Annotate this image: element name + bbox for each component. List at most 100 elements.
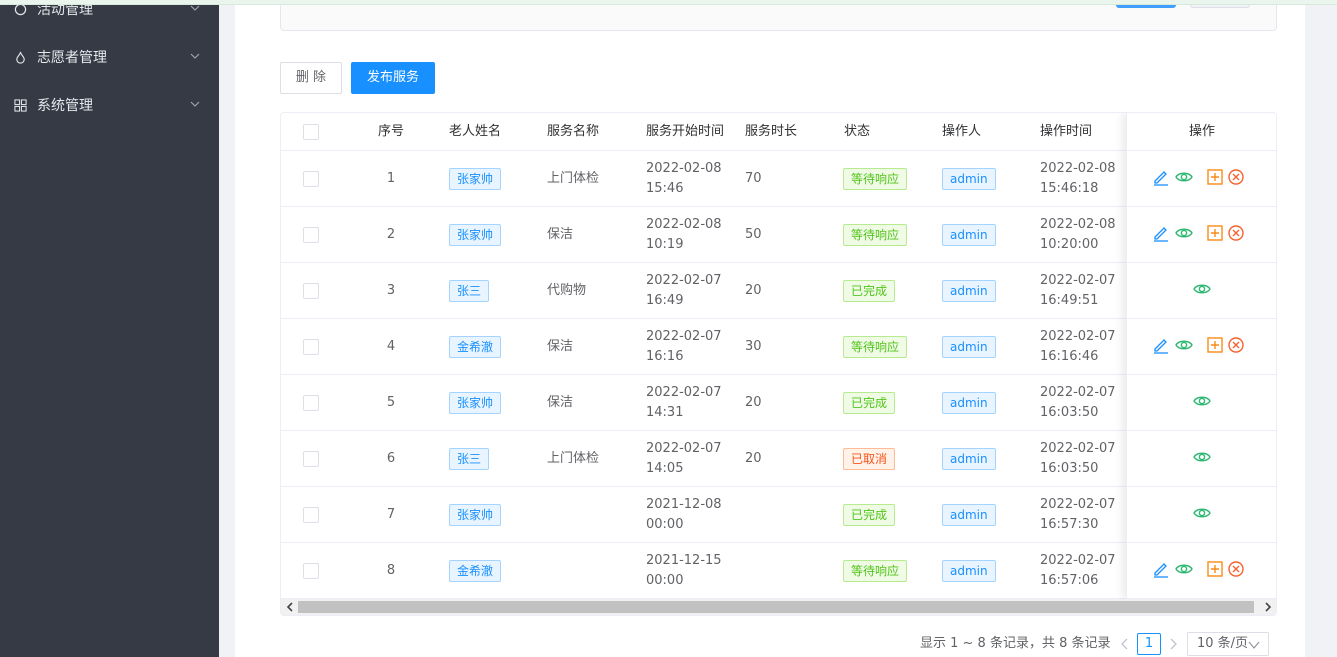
elder-name-tag: 张家帅 — [449, 504, 502, 526]
scroll-right-icon[interactable] — [1263, 602, 1273, 612]
chevron-down-icon — [190, 53, 200, 59]
row-checkbox[interactable] — [303, 451, 319, 467]
op-date: 2022-02-07 — [1040, 385, 1116, 400]
cancel-icon[interactable] — [1227, 224, 1245, 242]
service-table: 序号 老人姓名 服务名称 服务开始时间 服务时长 状态 操作人 操作时间 1 张家… — [280, 112, 1277, 616]
edit-icon[interactable] — [1152, 224, 1170, 242]
publish-service-button[interactable]: 发布服务 — [351, 62, 435, 94]
header-duration: 服务时长 — [745, 124, 798, 139]
start-time: 2021-12-15 00:00 — [646, 551, 722, 591]
view-icon[interactable] — [1175, 560, 1193, 578]
add-icon[interactable] — [1206, 168, 1224, 186]
start-date: 2022-02-07 — [646, 385, 722, 400]
header-elder-name: 老人姓名 — [449, 124, 502, 139]
op-clock: 15:46:18 — [1040, 181, 1099, 196]
row-checkbox[interactable] — [303, 283, 319, 299]
elder-name-tag: 金希澈 — [449, 336, 502, 358]
page-number-1[interactable]: 1 — [1137, 633, 1161, 655]
elder-name-tag: 张三 — [449, 448, 490, 470]
service-name: 上门体检 — [547, 171, 600, 186]
row-index: 1 — [386, 171, 396, 186]
pagination-total: 显示 1 ~ 8 条记录，共 8 条记录 — [920, 636, 1111, 651]
op-time: 2022-02-08 10:20:00 — [1040, 215, 1116, 255]
sidebar-item-volunteer[interactable]: 志愿者管理 — [0, 34, 219, 82]
sidebar-item-system[interactable]: 系统管理 — [0, 82, 219, 130]
row-index: 2 — [386, 227, 396, 242]
add-icon[interactable] — [1206, 224, 1224, 242]
duration: 30 — [745, 339, 762, 354]
actions-cell — [1127, 375, 1276, 431]
view-icon[interactable] — [1175, 168, 1193, 186]
start-date: 2022-02-07 — [646, 441, 722, 456]
sidebar-item-label: 志愿者管理 — [37, 50, 107, 66]
status-badge: 等待响应 — [843, 168, 908, 190]
select-all-checkbox[interactable] — [303, 124, 319, 140]
op-clock: 10:20:00 — [1040, 237, 1099, 252]
row-checkbox[interactable] — [303, 339, 319, 355]
row-checkbox[interactable] — [303, 227, 319, 243]
operator-tag: admin — [942, 392, 996, 414]
duration: 20 — [745, 283, 762, 298]
view-icon[interactable] — [1193, 280, 1211, 298]
edit-icon[interactable] — [1152, 168, 1170, 186]
add-icon[interactable] — [1206, 560, 1224, 578]
view-icon[interactable] — [1175, 224, 1193, 242]
service-name: 上门体检 — [547, 451, 600, 466]
horizontal-scrollbar[interactable] — [281, 599, 1276, 615]
main-content: 删 除 发布服务 序号 老人姓名 服务名称 服务开始时间 服务时长 状态 操作人… — [235, 0, 1305, 657]
row-checkbox[interactable] — [303, 563, 319, 579]
chevron-down-icon — [190, 101, 200, 107]
start-clock: 16:49 — [646, 293, 684, 308]
elder-name-tag: 金希澈 — [449, 560, 502, 582]
duration: 20 — [745, 451, 762, 466]
elder-name-tag: 张家帅 — [449, 392, 502, 414]
sidebar-item-activity[interactable]: 活动管理 — [0, 0, 219, 34]
edit-icon[interactable] — [1152, 560, 1170, 578]
start-date: 2021-12-08 — [646, 497, 722, 512]
start-time: 2022-02-07 16:16 — [646, 327, 722, 367]
header-index: 序号 — [378, 124, 405, 139]
row-index: 5 — [386, 395, 396, 410]
view-icon[interactable] — [1193, 448, 1211, 466]
row-index: 8 — [386, 563, 396, 578]
edit-icon[interactable] — [1152, 336, 1170, 354]
op-date: 2022-02-07 — [1040, 273, 1116, 288]
cancel-icon[interactable] — [1227, 336, 1245, 354]
delete-button[interactable]: 删 除 — [280, 62, 342, 94]
view-icon[interactable] — [1193, 392, 1211, 410]
row-index: 3 — [386, 283, 396, 298]
op-clock: 16:49:51 — [1040, 293, 1099, 308]
view-icon[interactable] — [1193, 504, 1211, 522]
row-checkbox[interactable] — [303, 395, 319, 411]
scrollbar-thumb[interactable] — [298, 601, 1254, 613]
service-name: 保洁 — [547, 395, 574, 410]
start-clock: 10:19 — [646, 237, 684, 252]
cancel-icon[interactable] — [1227, 168, 1245, 186]
prev-page-icon[interactable] — [1120, 638, 1130, 650]
chevron-down-icon — [1248, 641, 1260, 649]
view-icon[interactable] — [1175, 336, 1193, 354]
page-size-select[interactable]: 10 条/页 — [1187, 632, 1269, 656]
op-date: 2022-02-07 — [1040, 497, 1116, 512]
actions-cell — [1127, 319, 1276, 375]
op-time: 2022-02-07 16:57:06 — [1040, 551, 1116, 591]
elder-name-tag: 张家帅 — [449, 224, 502, 246]
scroll-left-icon[interactable] — [285, 602, 295, 612]
duration: 70 — [745, 171, 762, 186]
row-checkbox[interactable] — [303, 171, 319, 187]
start-date: 2022-02-07 — [646, 273, 722, 288]
elder-name-tag: 张家帅 — [449, 168, 502, 190]
service-name: 代购物 — [547, 283, 587, 298]
op-time: 2022-02-07 16:03:50 — [1040, 439, 1116, 479]
cancel-icon[interactable] — [1227, 560, 1245, 578]
row-index: 6 — [386, 451, 396, 466]
actions-cell — [1127, 543, 1276, 599]
row-checkbox[interactable] — [303, 507, 319, 523]
operator-tag: admin — [942, 280, 996, 302]
start-time: 2021-12-08 00:00 — [646, 495, 722, 535]
add-icon[interactable] — [1206, 336, 1224, 354]
op-time: 2022-02-08 15:46:18 — [1040, 159, 1116, 199]
op-date: 2022-02-07 — [1040, 553, 1116, 568]
actions-cell — [1127, 431, 1276, 487]
next-page-icon[interactable] — [1168, 638, 1178, 650]
